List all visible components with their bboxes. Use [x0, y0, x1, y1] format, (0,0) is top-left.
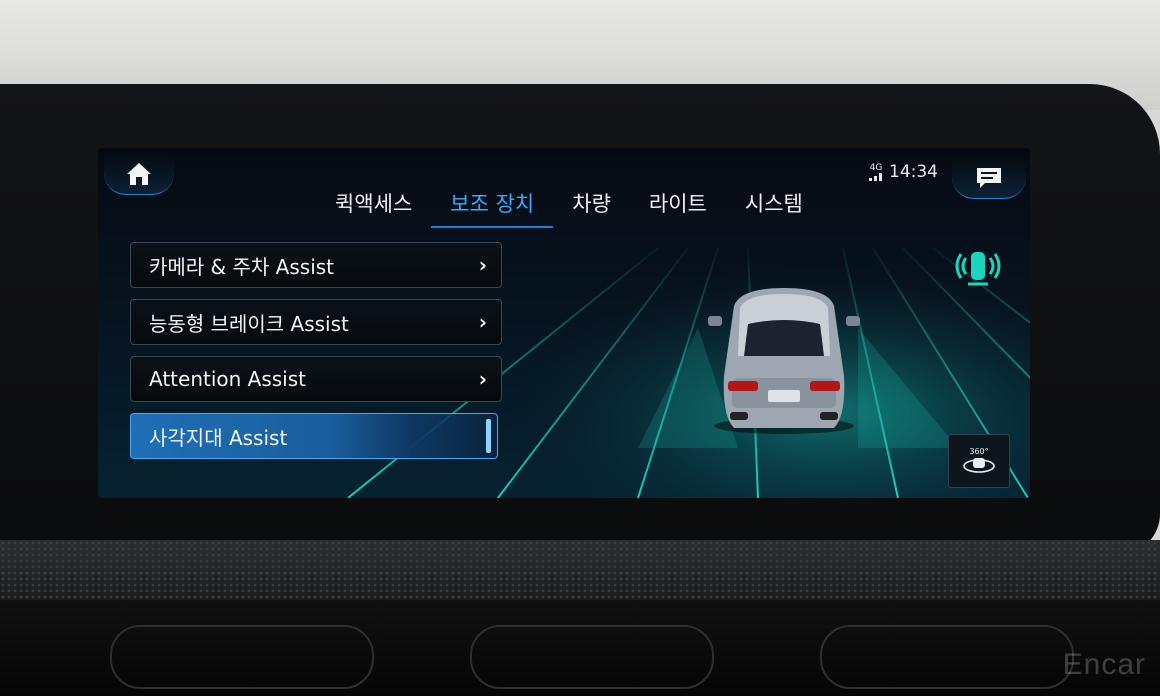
tab-lights[interactable]: 라이트 — [630, 186, 726, 228]
menu-item-label: 능동형 브레이크 Assist — [149, 311, 349, 336]
menu-item-label: Attention Assist — [149, 367, 307, 391]
infotainment-screen: 4G 14:34 퀵액세스 보조 장치 차량 라이트 시스템 카메라 & 주차 … — [98, 148, 1030, 498]
assist-menu: 카메라 & 주차 Assist › 능동형 브레이크 Assist › Atte… — [130, 242, 502, 470]
home-icon — [127, 163, 151, 185]
air-vent — [470, 625, 714, 689]
view-360-label: 360° — [969, 447, 988, 456]
message-icon — [977, 168, 1001, 188]
tab-quick-access[interactable]: 퀵액세스 — [316, 186, 431, 228]
menu-item-label: 카메라 & 주차 Assist — [149, 254, 335, 279]
menu-item-active-brake[interactable]: 능동형 브레이크 Assist › — [130, 299, 502, 345]
menu-item-label: 사각지대 Assist — [149, 425, 288, 450]
status-bar: 4G 14:34 — [869, 162, 938, 182]
chevron-right-icon: › — [478, 310, 487, 334]
menu-item-blind-spot[interactable]: 사각지대 Assist — [130, 413, 498, 459]
chevron-right-icon: › — [478, 253, 487, 277]
selection-indicator — [486, 419, 491, 453]
tab-assist[interactable]: 보조 장치 — [431, 186, 554, 228]
tab-vehicle[interactable]: 차량 — [553, 186, 630, 228]
tab-bar: 퀵액세스 보조 장치 차량 라이트 시스템 — [316, 186, 822, 228]
tab-system[interactable]: 시스템 — [726, 186, 822, 228]
network-indicator: 4G — [869, 163, 883, 181]
menu-item-camera-parking[interactable]: 카메라 & 주차 Assist › — [130, 242, 502, 288]
car-sensor-icon — [955, 252, 1001, 286]
air-vent — [110, 625, 374, 689]
car-illustration — [708, 288, 860, 434]
watermark: Encar — [1062, 648, 1146, 681]
home-button[interactable] — [104, 154, 174, 195]
messages-button[interactable] — [952, 158, 1026, 199]
air-vent — [820, 625, 1074, 689]
view-360-button[interactable]: 360° — [948, 434, 1010, 488]
chevron-right-icon: › — [478, 367, 487, 391]
clock: 14:34 — [889, 162, 938, 182]
menu-item-attention[interactable]: Attention Assist › — [130, 356, 502, 402]
signal-icon — [869, 172, 882, 181]
360-view-icon: 360° — [963, 447, 995, 473]
